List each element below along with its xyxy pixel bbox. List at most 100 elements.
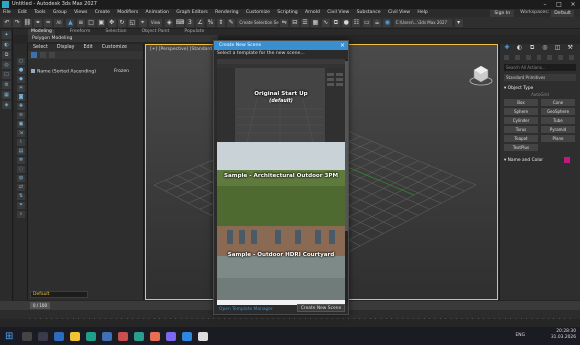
display-frozen-icon[interactable]: ❄ [17, 157, 25, 164]
render-setup-icon[interactable]: ☷ [352, 18, 361, 27]
3dsmax-taskbar-icon[interactable] [134, 331, 144, 341]
curve-editor-icon[interactable]: ∿ [321, 18, 330, 27]
app-taskbar-icon-4[interactable] [198, 331, 208, 341]
select-by-name-icon[interactable]: ≡ [76, 18, 85, 27]
frozen-column-header[interactable]: Frozen [114, 69, 129, 75]
display-cameras-icon[interactable]: ◙ [17, 94, 25, 101]
motion-tab-icon[interactable]: ◎ [542, 45, 548, 51]
lights-category-icon[interactable] [525, 55, 531, 60]
menu-modifiers[interactable]: Modifiers [117, 9, 138, 17]
time-slider-thumb[interactable]: 0 / 100 [30, 302, 50, 309]
find-icon[interactable]: ⌕ [17, 211, 25, 218]
spacewarps-category-icon[interactable] [558, 55, 564, 60]
project-path-dropdown[interactable]: C:\Users\...\3ds Max 2027 [393, 18, 452, 27]
cylinder-button[interactable]: Cylinder [504, 117, 538, 124]
sort-icon[interactable]: ⇅ [17, 193, 25, 200]
helpers-category-icon[interactable] [547, 55, 553, 60]
material-editor-icon[interactable]: ● [342, 18, 351, 27]
display-tab-icon[interactable]: ◫ [555, 45, 561, 51]
autogrid-checkbox[interactable]: AutoGrid [500, 92, 580, 97]
explorer-search-icon[interactable] [40, 52, 46, 58]
pyramid-button[interactable]: Pyramid [541, 126, 575, 133]
primitive-type-dropdown[interactable]: Standard Primitives [504, 74, 576, 81]
clock[interactable]: 20:28:30 31.03.2026 [551, 329, 576, 341]
create-tab-icon[interactable]: ✚ [504, 45, 510, 51]
app-taskbar-icon-3[interactable] [182, 331, 192, 341]
selection-filter-dropdown[interactable]: All [54, 18, 64, 27]
graphite-tools-icon[interactable]: ▦ [311, 18, 320, 27]
explorer-filter-icon[interactable] [31, 52, 37, 58]
menu-views[interactable]: Views [74, 9, 87, 17]
reference-coord-dropdown[interactable]: View [148, 18, 163, 27]
rendered-frame-icon[interactable]: ▭ [362, 18, 371, 27]
display-helpers-icon[interactable]: ✚ [17, 103, 25, 110]
menu-tools[interactable]: Tools [34, 9, 45, 17]
torus-button[interactable]: Torus [504, 126, 538, 133]
menu-rendering[interactable]: Rendering [215, 9, 238, 17]
ribbon-panel-polygon-modeling[interactable]: Polygon Modeling [28, 35, 218, 42]
explorer-menu-select[interactable]: Select [33, 44, 48, 51]
workspace-dropdown[interactable]: Default [551, 9, 574, 17]
menu-scripting[interactable]: Scripting [277, 9, 297, 17]
motion-tool-icon[interactable]: ◎ [2, 61, 11, 69]
unlink-icon[interactable]: ⚭ [33, 18, 42, 27]
menu-civil-view[interactable]: Civil View [327, 9, 349, 17]
edit-named-sets-icon[interactable]: ✎ [227, 18, 236, 27]
layer-dropdown[interactable]: Default [30, 291, 88, 298]
create-new-scene-button[interactable]: Create New Scene [297, 304, 345, 312]
store-icon[interactable] [102, 331, 112, 341]
language-indicator[interactable]: ENG [516, 333, 525, 338]
template-manager-link[interactable]: Open Template Manager [219, 307, 273, 312]
utilities-tool-icon[interactable]: ⚙ [2, 81, 11, 89]
utilities-tab-icon[interactable]: ⚒ [567, 45, 573, 51]
select-object-icon[interactable]: ▲ [66, 18, 75, 27]
placement-icon[interactable]: ⌖ [138, 18, 147, 27]
display-lights-icon[interactable]: ☀ [17, 85, 25, 92]
template-list[interactable]: Original Start Up (default) Sample - Arc… [217, 59, 345, 305]
scrollbar-thumb[interactable] [345, 61, 348, 231]
display-none-icon[interactable]: ○ [17, 58, 25, 65]
move-icon[interactable]: ✥ [107, 18, 116, 27]
explorer-hierarchy-icon[interactable] [49, 52, 55, 58]
box-button[interactable]: Box [504, 99, 538, 106]
viewport-layout-icon[interactable]: ▦ [2, 91, 11, 99]
template-list-scrollbar[interactable] [345, 59, 348, 305]
name-color-rollout[interactable]: ▾ Name and Color [504, 157, 576, 164]
plane-button[interactable]: Plane [541, 135, 575, 142]
close-window-button[interactable]: × [566, 0, 580, 9]
hierarchy-tab-icon[interactable]: ⧉ [529, 45, 535, 51]
cameras-category-icon[interactable] [536, 55, 542, 60]
search-taskbar-icon[interactable] [22, 331, 32, 341]
menu-help[interactable]: Help [417, 9, 427, 17]
keyboard-shortcut-icon[interactable]: ⌨ [175, 18, 184, 27]
render-active-icon[interactable]: ◉ [383, 18, 392, 27]
shapes-category-icon[interactable] [514, 55, 520, 60]
redo-icon[interactable]: ↷ [13, 18, 22, 27]
menu-create[interactable]: Create [95, 9, 110, 17]
menu-animation[interactable]: Animation [146, 9, 169, 17]
template-hdri-courtyard[interactable]: Sample - Outdoor HDRI Courtyard [217, 226, 345, 300]
display-bones-icon[interactable]: ⌇ [17, 139, 25, 146]
display-geometry-icon[interactable]: ● [17, 67, 25, 74]
display-tool-icon[interactable]: ☐ [2, 71, 11, 79]
modify-tool-icon[interactable]: ◐ [2, 41, 11, 49]
display-spacewarps-icon[interactable]: ≋ [17, 112, 25, 119]
display-invert-icon[interactable]: ⇄ [17, 184, 25, 191]
scene-states-icon[interactable]: ◈ [2, 101, 11, 109]
teapot-button[interactable]: Teapot [504, 135, 538, 142]
display-all-icon[interactable]: ◍ [17, 175, 25, 182]
display-xrefs-icon[interactable]: ⇲ [17, 130, 25, 137]
menu-civil-view-2[interactable]: Civil View [388, 9, 410, 17]
layer-explorer-icon[interactable]: ☰ [301, 18, 309, 27]
menu-customize[interactable]: Customize [246, 9, 270, 17]
menu-group[interactable]: Group [53, 9, 67, 17]
explorer-menu-customize[interactable]: Customize [102, 44, 127, 51]
mirror-icon[interactable]: ⇋ [280, 18, 289, 27]
angle-snap-icon[interactable]: ∠ [196, 18, 205, 27]
filter-icon[interactable]: ⏷ [17, 202, 25, 209]
menu-arnold[interactable]: Arnold [305, 9, 320, 17]
edge-icon[interactable] [86, 331, 96, 341]
pivot-icon[interactable]: ◈ [165, 18, 174, 27]
menu-file[interactable]: File [3, 9, 11, 17]
object-color-swatch[interactable] [564, 157, 570, 163]
